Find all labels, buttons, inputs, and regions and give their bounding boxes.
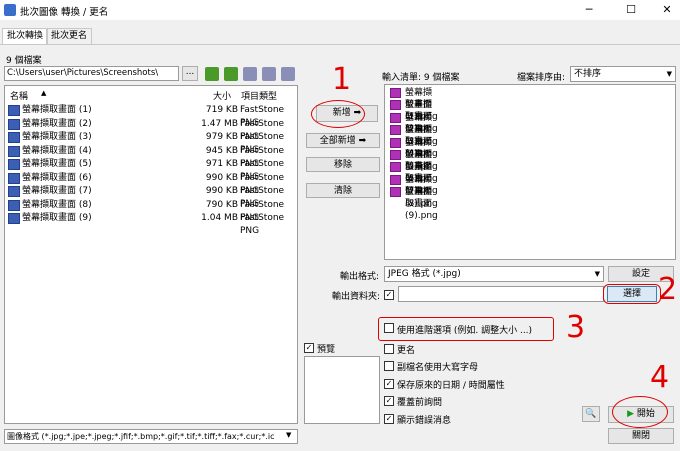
png-file-icon: [8, 172, 20, 184]
minimize-button[interactable]: ─: [572, 2, 606, 18]
close-button[interactable]: 關閉: [608, 428, 674, 444]
list-item[interactable]: 螢幕擷取畫面 (2) 1.47 MB FastStone PNG: [6, 118, 296, 142]
double-arrow-right-icon: ➡: [358, 136, 367, 146]
png-file-icon: [8, 159, 20, 170]
sort-arrow-icon: ▲: [41, 89, 47, 97]
png-file-icon: [390, 100, 401, 111]
up-folder-icon[interactable]: [205, 67, 219, 81]
png-file-icon: [8, 213, 20, 224]
clear-button[interactable]: 清除: [306, 183, 380, 198]
output-folder-label: 輸出資料夾:: [332, 292, 381, 302]
list-item[interactable]: 螢幕擷取畫面 (8) 790 KB FastStone PNG: [6, 199, 296, 223]
output-folder-input[interactable]: [398, 286, 604, 302]
rename-label: 更名: [397, 346, 416, 356]
png-file-icon: [8, 132, 20, 143]
annotation-number-1: 1: [332, 62, 352, 97]
remove-button[interactable]: 移除: [306, 157, 380, 172]
app-icon: [4, 4, 16, 16]
file-type-filter-select[interactable]: 圖像格式 (*.jpg;*.jpe;*.jpeg;*.jfif;*.bmp;*.…: [4, 429, 298, 444]
advanced-options-label: 使用進階選項 (例如. 調整大小 ...): [397, 326, 533, 336]
annotation-number-3: 3: [566, 310, 586, 345]
uppercase-extension-label: 副檔名使用大寫字母: [397, 363, 479, 373]
png-file-icon: [8, 199, 20, 211]
column-header-type[interactable]: 項目類型: [241, 89, 277, 102]
png-file-icon: [390, 112, 401, 123]
tab-batch-rename[interactable]: 批次更名: [46, 28, 93, 44]
list-item[interactable]: 螢幕擷取畫面 (7) 990 KB FastStone PNG: [6, 185, 296, 209]
preview-pane: [304, 356, 380, 424]
advanced-options-checkbox[interactable]: [384, 323, 394, 333]
preview-search-icon[interactable]: 🔍: [582, 406, 600, 422]
png-file-icon: [390, 174, 401, 185]
annotation-number-4: 4: [650, 360, 670, 395]
png-file-icon: [390, 125, 401, 136]
list-item[interactable]: 螢幕擷取畫面 (4) 945 KB FastStone PNG: [6, 145, 296, 169]
preview-label: 預覽: [317, 345, 336, 355]
png-file-icon: [8, 145, 20, 157]
keep-datetime-checkbox[interactable]: ✓: [384, 379, 394, 389]
input-list-label: 輸入清單: 9 個檔案: [382, 73, 460, 83]
add-all-button[interactable]: 全部新增 ➡: [306, 133, 380, 148]
png-file-icon: [390, 162, 401, 173]
list-item[interactable]: 螢幕擷取畫面 (3) 979 KB FastStone PNG: [6, 131, 296, 155]
file-count-label: 9 個檔案: [6, 56, 42, 66]
keep-datetime-label: 保存原來的日期 / 時間屬性: [397, 381, 505, 391]
list-item[interactable]: 螢幕擷取畫面 (9) 1.04 MB FastStone PNG: [6, 212, 296, 236]
ask-overwrite-label: 覆蓋前詢問: [397, 398, 443, 408]
chevron-down-icon: ▼: [666, 70, 672, 78]
preview-checkbox[interactable]: ✓: [304, 343, 314, 353]
maximize-button[interactable]: ☐: [614, 2, 648, 18]
output-format-label: 輸出格式:: [340, 272, 380, 282]
chevron-down-icon: ▼: [286, 431, 292, 439]
png-file-icon: [390, 150, 401, 160]
show-errors-checkbox[interactable]: ✓: [384, 414, 394, 424]
tab-batch-convert[interactable]: 批次轉換: [2, 28, 49, 44]
list-item[interactable]: 螢幕擷取畫面 (1) 719 KB FastStone PNG: [6, 104, 296, 128]
annotation-circle-2: [603, 284, 661, 304]
png-file-icon: [390, 88, 401, 98]
ask-overwrite-checkbox[interactable]: ✓: [384, 396, 394, 406]
new-folder-icon[interactable]: [224, 67, 238, 81]
png-file-icon: [390, 137, 401, 148]
list-view-icon[interactable]: [262, 67, 276, 81]
uppercase-extension-checkbox[interactable]: [384, 361, 394, 371]
annotation-circle-4: [612, 396, 668, 428]
show-errors-label: 顯示錯誤消息: [397, 416, 452, 426]
browse-folder-button[interactable]: ...: [182, 66, 198, 81]
title-bar: 批次圖像 轉換 / 更名 ─ ☐ ✕: [0, 0, 680, 20]
chevron-down-icon: ▼: [594, 270, 600, 278]
thumbnail-view-icon[interactable]: [243, 67, 257, 81]
png-file-icon: [8, 105, 20, 116]
png-file-icon: [390, 187, 401, 198]
sort-by-label: 檔案排序由:: [517, 73, 566, 83]
column-header-size[interactable]: 大小: [213, 89, 231, 102]
annotation-circle-1: [311, 100, 365, 128]
folder-path-input[interactable]: C:\Users\user\Pictures\Screenshots\: [4, 66, 179, 81]
window-title: 批次圖像 轉換 / 更名: [20, 7, 109, 18]
column-header-name[interactable]: 名稱: [10, 89, 28, 102]
rename-checkbox[interactable]: [384, 344, 394, 354]
sort-order-select[interactable]: 不排序 ▼: [570, 66, 676, 82]
png-file-icon: [8, 118, 20, 130]
list-item[interactable]: 螢幕擷取畫面 (6) 990 KB FastStone PNG: [6, 172, 296, 196]
details-view-icon[interactable]: [281, 67, 295, 81]
list-item[interactable]: 螢幕擷取畫面 (5) 971 KB FastStone PNG: [6, 158, 296, 182]
output-folder-checkbox[interactable]: ✓: [384, 290, 394, 300]
output-format-select[interactable]: JPEG 格式 (*.jpg) ▼: [384, 266, 604, 282]
png-file-icon: [8, 186, 20, 197]
close-window-button[interactable]: ✕: [650, 2, 680, 18]
